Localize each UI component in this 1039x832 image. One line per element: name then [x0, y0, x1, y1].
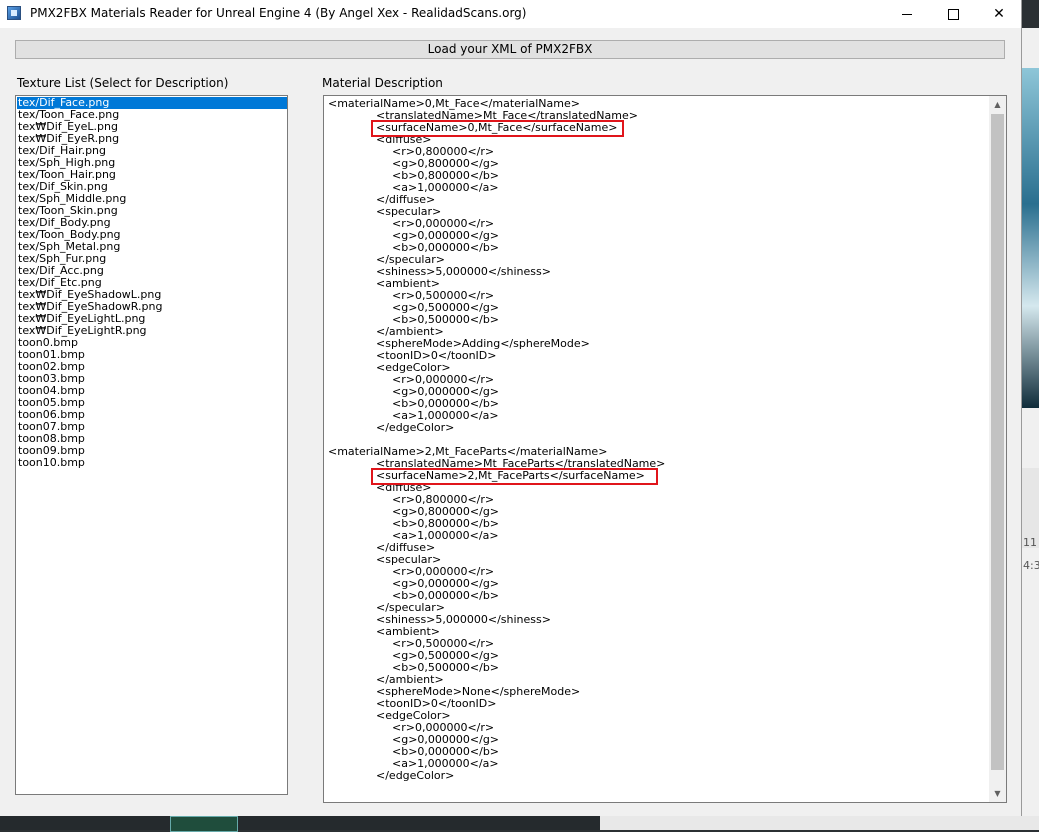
description-scrollbar[interactable]: ▲ ▼ [989, 96, 1006, 802]
description-line: </edgeColor> [376, 769, 455, 782]
texture-list[interactable]: tex/Dif_Face.png tex/Toon_Face.png tex₩Dif… [15, 95, 288, 795]
texture-list-item[interactable]: toon10.bmp [17, 457, 85, 469]
minimize-button[interactable] [884, 0, 930, 28]
scroll-up-icon[interactable]: ▲ [989, 96, 1006, 113]
main-window: PMX2FBX Materials Reader for Unreal Engi… [0, 0, 1022, 816]
close-icon: ✕ [993, 6, 1005, 22]
minimize-icon [902, 13, 912, 15]
background-text-2: 4:3 [1023, 559, 1039, 572]
scroll-down-icon[interactable]: ▼ [989, 785, 1006, 802]
texture-list-label: Texture List (Select for Description) [17, 76, 229, 90]
load-xml-button[interactable]: Load your XML of PMX2FBX [15, 40, 1005, 59]
scroll-thumb[interactable] [991, 114, 1004, 770]
app-icon [7, 6, 21, 20]
window-title: PMX2FBX Materials Reader for Unreal Engi… [30, 6, 527, 20]
material-description-box[interactable]: <materialName>0,Mt_Face</materialName> <t… [323, 95, 1007, 803]
maximize-icon [947, 8, 959, 20]
background-text-1: 11 [1023, 536, 1037, 549]
close-button[interactable]: ✕ [976, 0, 1022, 28]
description-line: </edgeColor> [376, 421, 455, 434]
title-bar[interactable]: PMX2FBX Materials Reader for Unreal Engi… [0, 0, 1021, 28]
background-taskbar-fragment [0, 816, 1039, 832]
background-light-panel [600, 816, 1039, 830]
material-description-label: Material Description [322, 76, 443, 90]
maximize-button[interactable] [930, 0, 976, 28]
background-image-strip [1021, 68, 1039, 408]
background-window-fragment: 11 4:3 [1021, 28, 1039, 830]
